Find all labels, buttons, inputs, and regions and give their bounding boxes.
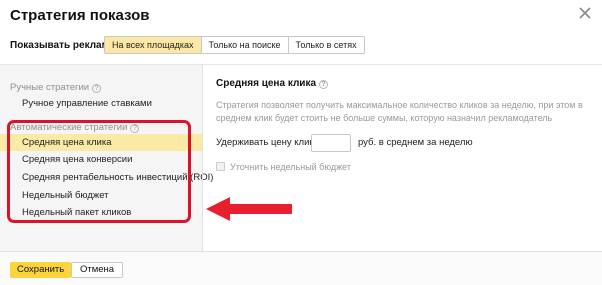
weekly-budget-checkbox-label: Уточнить недельный бюджет <box>230 162 351 172</box>
help-icon[interactable]: ? <box>319 80 329 89</box>
strategy-sidebar: Ручные стратегии? Ручное управление став… <box>0 65 213 251</box>
help-icon[interactable]: ? <box>92 84 102 93</box>
panel-divider <box>202 65 203 251</box>
strategy-description: Стратегия позволяет получить максимально… <box>216 100 583 123</box>
sidebar-item-avg-roi[interactable]: Средняя рентабельность инвестиций (ROI) <box>0 169 213 186</box>
hold-cpc-suffix: руб. в среднем за неделю <box>358 137 473 148</box>
cancel-button[interactable]: Отмена <box>71 262 124 278</box>
close-icon[interactable] <box>578 6 592 20</box>
sidebar-item-avg-cpa[interactable]: Средняя цена конверсии <box>0 151 202 168</box>
show-all-platforms-button[interactable]: На всех площадках <box>105 37 202 53</box>
hold-cpc-input[interactable] <box>311 134 351 152</box>
show-networks-only-button[interactable]: Только в сетях <box>288 37 364 53</box>
show-ads-selector: На всех площадках Только на поиске Тольк… <box>104 36 365 54</box>
strategy-dialog: Стратегия показов Показывать рекламу: На… <box>0 0 602 285</box>
sidebar-item-manual-bids[interactable]: Ручное управление ставками <box>0 95 202 112</box>
sidebar-item-weekly-budget[interactable]: Недельный бюджет <box>0 187 202 204</box>
help-icon[interactable]: ? <box>130 124 140 133</box>
sidebar-item-weekly-clicks[interactable]: Недельный пакет кликов <box>0 204 202 221</box>
save-button[interactable]: Сохранить <box>10 262 72 278</box>
manual-strategies-heading: Ручные стратегии? <box>10 82 102 93</box>
show-search-only-button[interactable]: Только на поиске <box>201 37 289 53</box>
strategy-title: Средняя цена клика? <box>216 78 329 89</box>
sidebar-item-avg-cpc[interactable]: Средняя цена клика <box>0 134 202 151</box>
annotation-arrow-icon <box>206 197 292 221</box>
weekly-budget-option[interactable]: Уточнить недельный бюджет <box>216 162 351 172</box>
weekly-budget-checkbox[interactable] <box>216 162 225 171</box>
auto-strategies-heading: Автоматические стратегии? <box>10 122 140 133</box>
dialog-footer: Сохранить Отмена <box>0 251 602 285</box>
hold-cpc-label: Удерживать цену клика <box>216 137 320 148</box>
show-ads-label: Показывать рекламу: <box>10 40 118 51</box>
dialog-title: Стратегия показов <box>10 7 150 24</box>
